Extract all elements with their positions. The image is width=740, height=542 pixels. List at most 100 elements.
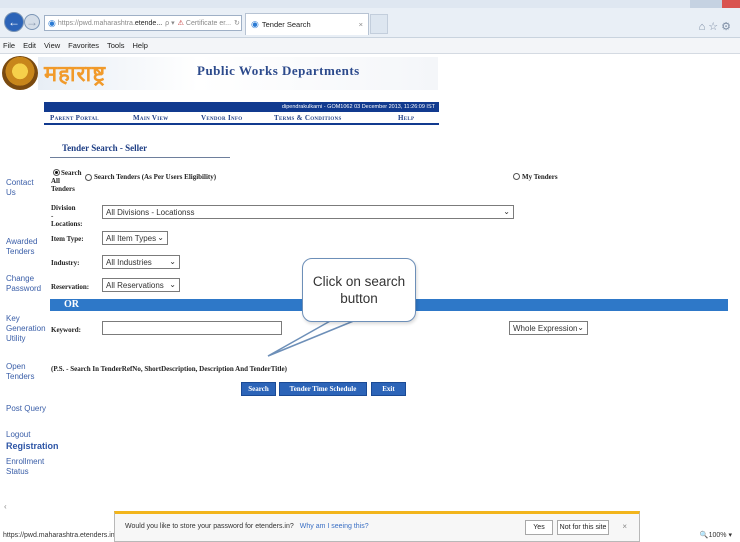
nav-main-view[interactable]: Main View <box>133 114 168 122</box>
sidebar-item-key-generation[interactable]: Key Generation Utility <box>6 314 46 344</box>
sidebar-item-contact-us[interactable]: Contact Us <box>6 178 42 198</box>
ie-tab-icon: ◉ <box>251 19 259 29</box>
status-url: https://pwd.maharashtra.etenders.in/ <box>3 532 114 539</box>
sidebar-item-enrollment-status[interactable]: Enrollment Status <box>6 457 44 477</box>
chevron-down-icon: ⌄ <box>169 257 176 266</box>
close-icon[interactable]: × <box>622 522 627 531</box>
keyword-input[interactable] <box>102 321 282 335</box>
government-seal-logo <box>2 56 38 90</box>
maximize-button[interactable] <box>706 0 722 8</box>
nav-vendor-info[interactable]: Vendor Info <box>201 114 242 122</box>
instruction-callout: Click on search button <box>302 258 416 322</box>
section-title: Tender Search - Seller <box>62 143 148 153</box>
nav-help[interactable]: Help <box>398 114 414 122</box>
minimize-button[interactable] <box>690 0 706 8</box>
chevron-down-icon: ⌄ <box>169 280 176 289</box>
menu-file[interactable]: File <box>3 41 15 50</box>
menu-view[interactable]: View <box>44 41 60 50</box>
keyword-label: Keyword: <box>51 326 81 334</box>
sidebar-item-logout[interactable]: Logout <box>6 430 30 440</box>
division-select[interactable]: All Divisions - Locationss ⌄ <box>102 205 514 219</box>
sidebar-item-post-query[interactable]: Post Query <box>6 404 46 414</box>
sidebar-item-change-password[interactable]: Change Password <box>6 274 44 294</box>
tab-title: Tender Search <box>261 20 311 29</box>
new-tab-button[interactable] <box>370 14 388 34</box>
menu-tools[interactable]: Tools <box>107 41 125 50</box>
nav-parent-portal[interactable]: Parent Portal <box>50 114 99 122</box>
item-type-select[interactable]: All Item Types ⌄ <box>102 231 168 245</box>
horizontal-scrollbar[interactable]: ‹ <box>0 502 112 516</box>
item-type-select-value: All Item Types <box>106 233 157 243</box>
menu-help[interactable]: Help <box>133 41 148 50</box>
home-icon[interactable]: ⌂ <box>699 21 709 33</box>
url-field[interactable]: ◉ https://pwd.maharashtra. etende... ρ ▾ … <box>44 15 242 31</box>
chevron-down-icon: ⌄ <box>577 323 584 332</box>
or-label: OR <box>64 299 79 310</box>
arrow-left-icon: ← <box>8 15 20 29</box>
main-navigation: Parent Portal Main View Vendor Info Term… <box>44 112 439 125</box>
address-bar-area: ← → ◉ https://pwd.maharashtra. etende... … <box>0 8 740 38</box>
settings-gear-icon[interactable]: ⚙ <box>721 21 734 33</box>
page-title: Public Works Departments <box>197 63 360 78</box>
back-button[interactable]: ← <box>4 12 24 32</box>
sidebar-item-awarded-tenders[interactable]: Awarded Tenders <box>6 237 42 257</box>
refresh-icon[interactable]: ↻ <box>234 19 240 27</box>
forward-button[interactable]: → <box>24 14 40 30</box>
search-icon[interactable]: ρ ▾ <box>165 19 174 27</box>
menu-favorites[interactable]: Favorites <box>68 41 99 50</box>
certificate-error-label[interactable]: Certificate er... <box>186 20 231 27</box>
chevron-down-icon: ⌄ <box>157 233 164 242</box>
sidebar-item-open-tenders[interactable]: Open Tenders <box>6 362 42 382</box>
toolbar-right-icons: ⌂☆⚙ <box>699 20 734 33</box>
item-type-label: Item Type: <box>51 235 84 243</box>
not-for-this-site-button[interactable]: Not for this site <box>557 520 609 535</box>
reservation-select[interactable]: All Reservations ⌄ <box>102 278 180 292</box>
nav-terms-conditions[interactable]: Terms & Conditions <box>274 114 342 122</box>
industry-select[interactable]: All Industries ⌄ <box>102 255 180 269</box>
industry-label: Industry: <box>51 259 80 267</box>
radio-my-tenders-label: My Tenders <box>522 173 558 181</box>
site-header: महाराष्ट्र Public Works Departments <box>0 55 740 92</box>
division-label: Division - Locations: <box>51 204 83 228</box>
division-select-value: All Divisions - Locationss <box>106 207 195 217</box>
certificate-error-icon[interactable]: ⚠ <box>178 19 184 27</box>
notification-message: Would you like to store your password fo… <box>125 523 369 530</box>
callout-line-1: Click on search <box>312 274 406 289</box>
zoom-value: 100% <box>708 532 727 539</box>
reservation-select-value: All Reservations <box>106 280 164 290</box>
title-divider <box>50 157 230 158</box>
exit-button[interactable]: Exit <box>371 382 406 396</box>
window-titlebar <box>0 0 740 8</box>
close-tab-icon[interactable]: × <box>359 20 363 29</box>
ie-page-icon: ◉ <box>48 17 56 28</box>
zoom-level[interactable]: 🔍100% ▾ <box>700 529 732 542</box>
industry-select-value: All Industries <box>106 257 152 267</box>
expression-select[interactable]: Whole Expression ⌄ <box>509 321 588 335</box>
logo-text: महाराष्ट्र <box>44 61 107 87</box>
menu-edit[interactable]: Edit <box>23 41 36 50</box>
notification-text: Would you like to store your password fo… <box>125 523 294 530</box>
callout-line-2: button <box>340 291 378 306</box>
zoom-icon: 🔍 <box>699 532 709 539</box>
url-prefix: https://pwd.maharashtra. <box>57 19 135 27</box>
scroll-left-icon[interactable]: ‹ <box>4 502 7 511</box>
search-hint: (P.S. - Search In TenderRefNo, ShortDesc… <box>51 365 287 373</box>
radio-search-eligible-label: Search Tenders (As Per Users Eligibility… <box>94 173 217 181</box>
tab-tender-search[interactable]: ◉ Tender Search × <box>245 13 369 35</box>
password-save-notification: Would you like to store your password fo… <box>114 511 640 542</box>
sidebar-item-registration[interactable]: Registration <box>6 441 59 451</box>
menu-bar: File Edit View Favorites Tools Help <box>0 38 740 54</box>
chevron-down-icon: ⌄ <box>503 207 510 216</box>
chevron-down-icon: ▾ <box>728 532 732 539</box>
reservation-label: Reservation: <box>51 283 90 291</box>
close-window-button[interactable] <box>722 0 740 8</box>
url-domain: etende... <box>134 19 163 27</box>
radio-search-eligible[interactable] <box>85 174 92 181</box>
radio-my-tenders[interactable] <box>513 173 520 180</box>
tender-time-schedule-button[interactable]: Tender Time Schedule <box>279 382 367 396</box>
yes-button[interactable]: Yes <box>525 520 553 535</box>
arrow-right-icon: → <box>26 15 38 29</box>
search-button[interactable]: Search <box>241 382 276 396</box>
why-link[interactable]: Why am I seeing this? <box>300 523 369 530</box>
favorites-star-icon[interactable]: ☆ <box>708 21 721 33</box>
